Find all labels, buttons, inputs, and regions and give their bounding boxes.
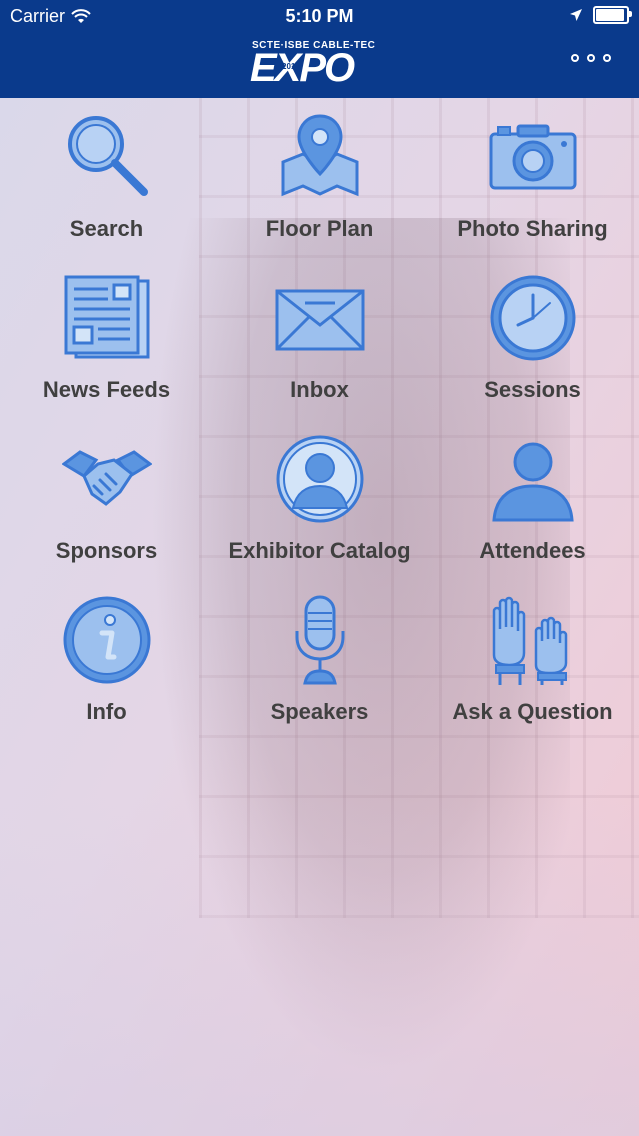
menu-item-label: Speakers <box>270 699 369 724</box>
camera-icon <box>489 124 577 190</box>
menu-item-label: Sponsors <box>55 538 158 563</box>
expo-logo: SCTE·ISBE CABLE-TEC EXPO 2017 <box>250 38 390 96</box>
status-time: 5:10 PM <box>285 6 354 26</box>
newspaper-icon <box>64 275 150 359</box>
menu-item-photo-sharing[interactable]: Photo Sharing <box>426 106 639 266</box>
microphone-icon <box>295 595 345 685</box>
menu-item-label: Exhibitor Catalog <box>228 538 411 563</box>
menu-item-ask-a-question[interactable]: Ask a Question <box>426 589 639 749</box>
menu-item-label: Ask a Question <box>452 699 613 724</box>
menu-item-label: Inbox <box>290 377 349 402</box>
location-arrow-icon <box>570 9 582 21</box>
menu-item-search[interactable]: Search <box>0 106 213 266</box>
envelope-icon <box>275 289 365 351</box>
menu-item-info[interactable]: Info <box>0 589 213 749</box>
person-circle-icon <box>276 435 364 523</box>
menu-item-label: Attendees <box>479 538 586 563</box>
menu-item-floor-plan[interactable]: Floor Plan <box>213 106 426 266</box>
menu-item-label: Search <box>69 216 144 241</box>
menu-item-attendees[interactable]: Attendees <box>426 428 639 588</box>
background-fade <box>0 796 639 1136</box>
menu-item-inbox[interactable]: Inbox <box>213 267 426 427</box>
more-dot <box>603 54 611 62</box>
search-icon <box>68 116 148 196</box>
nav-bar: SCTE·ISBE CABLE-TEC EXPO 2017 <box>0 36 639 98</box>
menu-item-label: Sessions <box>484 377 581 402</box>
battery-icon <box>593 6 632 24</box>
menu-item-label: News Feeds <box>42 377 171 402</box>
menu-item-exhibitor-catalog[interactable]: Exhibitor Catalog <box>213 428 426 588</box>
status-bar: Carrier 5:10 PM <box>0 0 639 36</box>
menu-item-label: Info <box>86 699 127 724</box>
menu-item-sessions[interactable]: Sessions <box>426 267 639 427</box>
menu-item-sponsors[interactable]: Sponsors <box>0 428 213 588</box>
handshake-icon <box>62 450 152 506</box>
more-button[interactable] <box>571 54 611 62</box>
status-right <box>569 6 632 24</box>
menu-item-news-feeds[interactable]: News Feeds <box>0 267 213 427</box>
info-icon <box>63 596 151 684</box>
menu-item-label: Floor Plan <box>265 216 374 241</box>
more-dot <box>587 54 595 62</box>
logo-year-text: 2017 <box>282 62 300 71</box>
map-pin-icon <box>281 114 359 197</box>
clock-icon <box>490 275 576 361</box>
person-icon <box>492 442 574 522</box>
raised-hands-icon <box>492 596 568 685</box>
logo-main-text: EXPO <box>250 46 355 90</box>
menu-item-label: Photo Sharing <box>457 216 608 241</box>
menu-item-speakers[interactable]: Speakers <box>213 589 426 749</box>
more-dot <box>571 54 579 62</box>
